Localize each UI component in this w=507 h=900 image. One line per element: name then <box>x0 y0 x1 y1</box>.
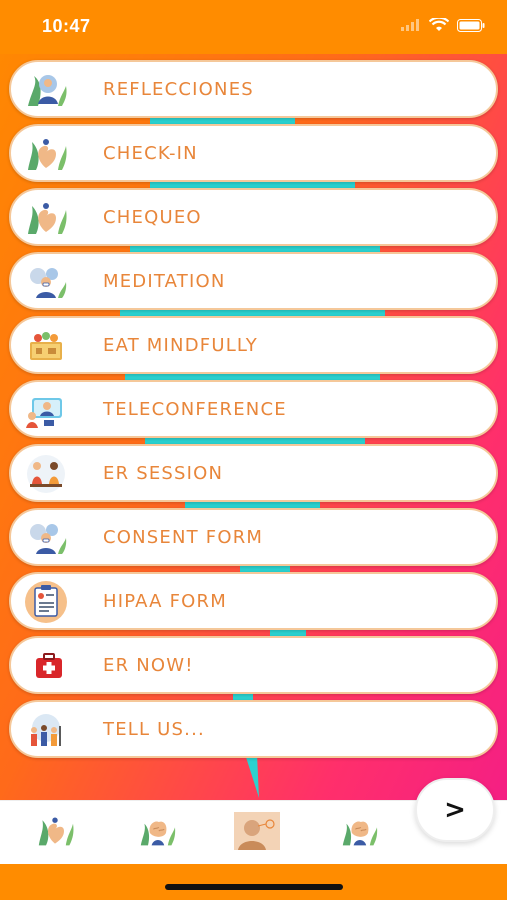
status-bar: 10:47 <box>0 0 507 54</box>
menu-item-label: ER NOW! <box>103 655 194 676</box>
wifi-icon <box>429 18 449 31</box>
menu-item-er-now[interactable]: ER NOW! <box>9 636 498 694</box>
menu-item-label: EAT MINDFULLY <box>103 335 258 356</box>
menu-item-label: TELECONFERENCE <box>103 399 287 420</box>
menu-item-meditation[interactable]: MEDITATION <box>9 252 498 310</box>
menu-item-eat-mindfully[interactable]: EAT MINDFULLY <box>9 316 498 374</box>
menu-item-check-in[interactable]: CHECK-IN <box>9 124 498 182</box>
menu-item-label: REFLECCIONES <box>103 79 254 100</box>
menu-item-tell-us[interactable]: TELL US... <box>9 700 498 758</box>
menu-item-reflecciones[interactable]: REFLECCIONES <box>9 60 498 118</box>
menu-item-consent-form[interactable]: CONSENT FORM <box>9 508 498 566</box>
chevron-right-icon: > <box>444 795 466 825</box>
tab-profile[interactable] <box>234 811 280 855</box>
clipboard-form-icon <box>23 580 69 624</box>
home-indicator[interactable] <box>165 884 343 890</box>
tab-heart-plant[interactable] <box>32 811 78 855</box>
menu-item-label: CHEQUEO <box>103 207 202 228</box>
menu-item-label: MEDITATION <box>103 271 226 292</box>
heart-plant-icon <box>35 813 75 853</box>
menu-item-label: TELL US... <box>103 719 205 740</box>
status-icons <box>401 18 485 32</box>
heart-plant-icon <box>23 196 69 240</box>
menu-item-label: CONSENT FORM <box>103 527 264 548</box>
first-aid-kit-icon <box>23 644 69 688</box>
food-basket-icon <box>23 324 69 368</box>
meditating-figure-icon <box>23 68 69 112</box>
decorative-stripe <box>245 754 259 798</box>
two-people-talking-icon <box>23 452 69 496</box>
brain-icon <box>137 813 177 853</box>
menu-item-hipaa-form[interactable]: HIPAA FORM <box>9 572 498 630</box>
menu-item-teleconference[interactable]: TELECONFERENCE <box>9 380 498 438</box>
person-with-mask-icon <box>23 516 69 560</box>
person-profile-icon <box>234 812 280 854</box>
tab-brain-2[interactable] <box>336 811 382 855</box>
next-button[interactable]: > <box>415 778 495 842</box>
menu-item-label: HIPAA FORM <box>103 591 227 612</box>
group-people-icon <box>23 708 69 752</box>
battery-icon <box>457 18 485 32</box>
video-call-icon <box>23 388 69 432</box>
brain-icon <box>339 813 379 853</box>
status-time: 10:47 <box>42 16 91 36</box>
menu-list: REFLECCIONES CHECK-IN CHEQUEO MEDITATION… <box>0 54 507 800</box>
menu-item-chequeo[interactable]: CHEQUEO <box>9 188 498 246</box>
signal-icon <box>401 19 419 31</box>
menu-item-er-session[interactable]: ER SESSION <box>9 444 498 502</box>
menu-item-label: CHECK-IN <box>103 143 198 164</box>
menu-item-label: ER SESSION <box>103 463 224 484</box>
heart-plant-icon <box>23 132 69 176</box>
tab-brain[interactable] <box>134 811 180 855</box>
bottom-strip <box>0 864 507 900</box>
person-with-mask-icon <box>23 260 69 304</box>
